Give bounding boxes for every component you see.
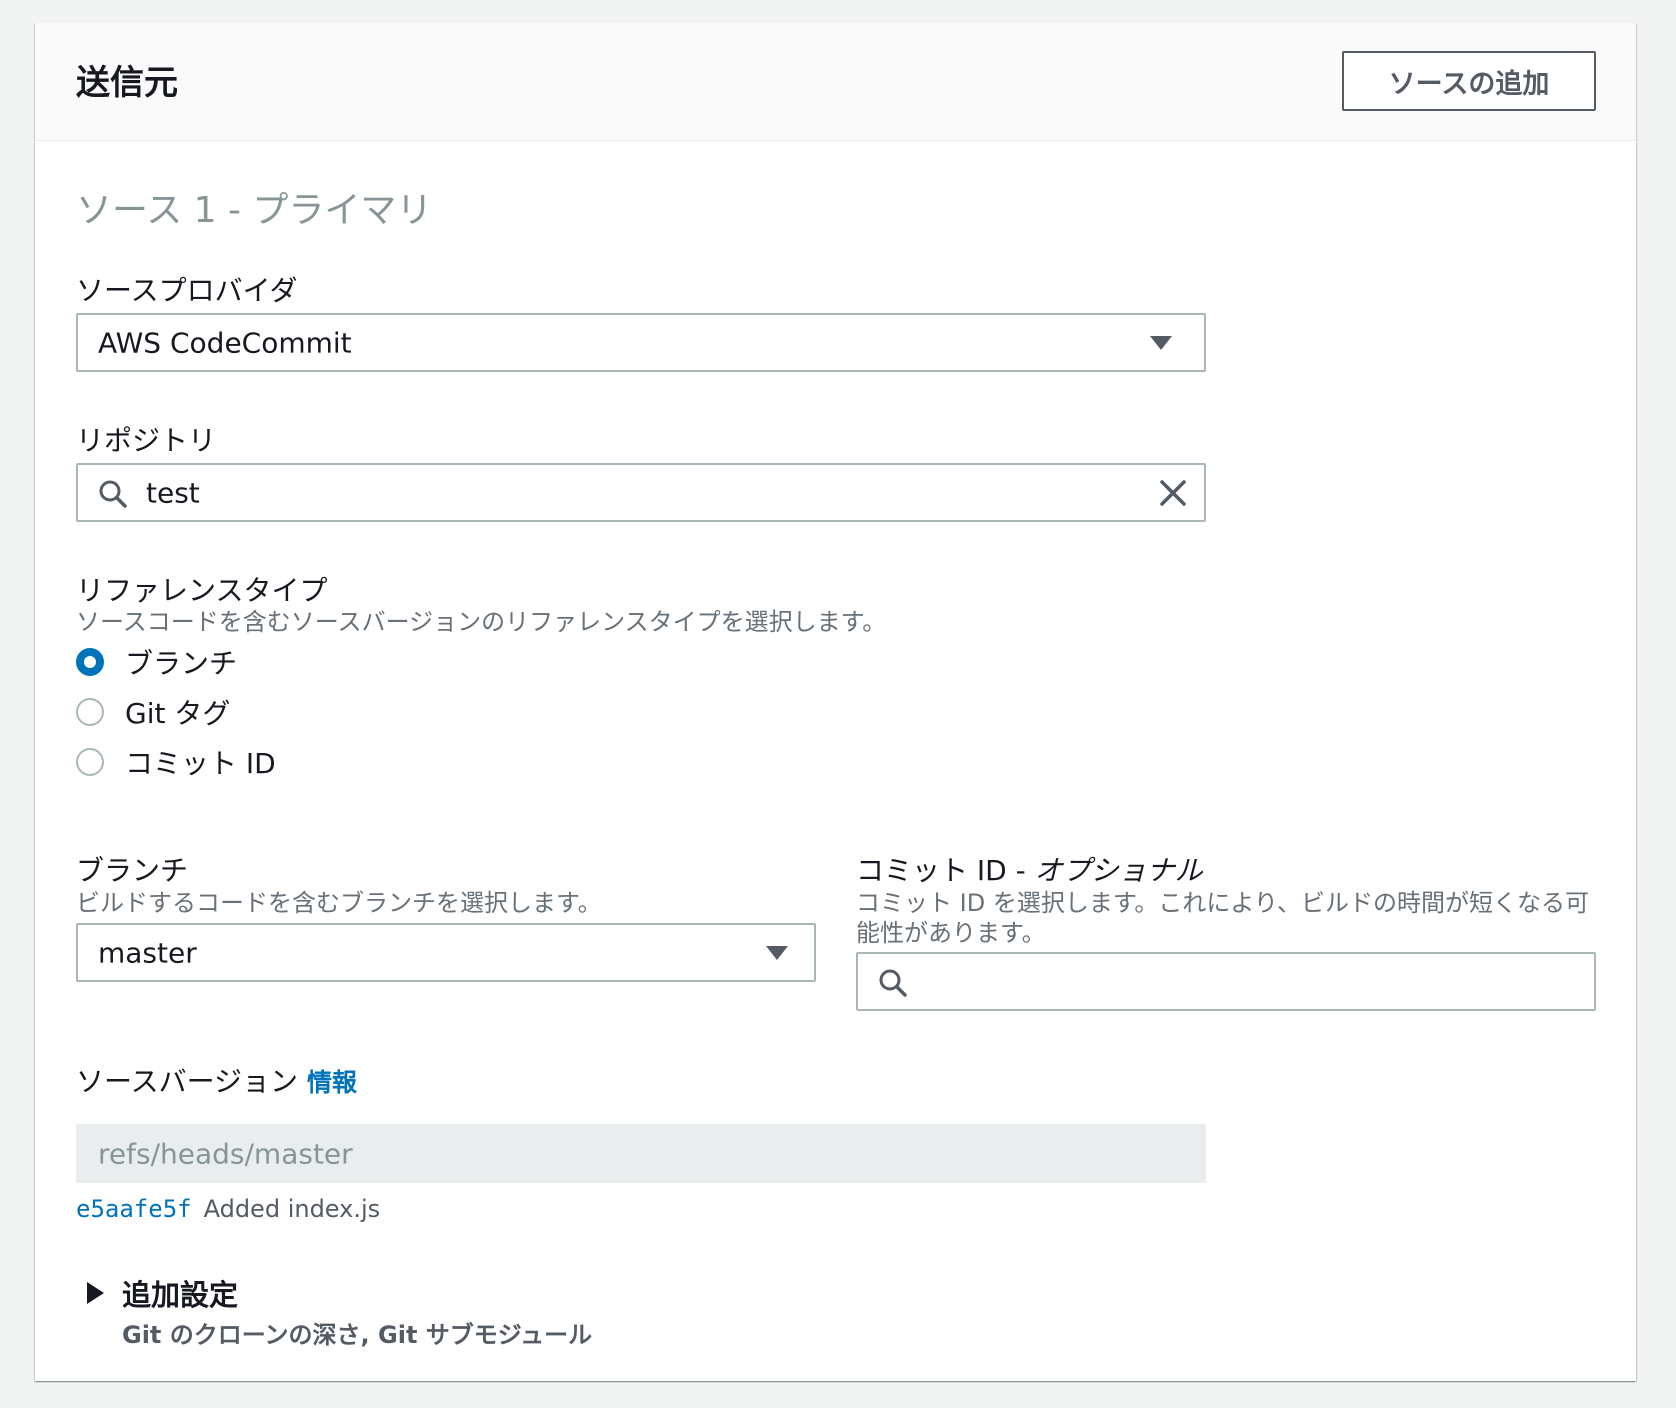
panel-title: 送信元 bbox=[76, 63, 178, 103]
add-source-button[interactable]: ソースの追加 bbox=[1342, 51, 1596, 111]
radio-git-tag-label: Git タグ bbox=[125, 697, 231, 730]
info-link[interactable]: 情報 bbox=[307, 1068, 357, 1097]
radio-branch-label: ブランチ bbox=[125, 647, 238, 680]
commit-id-label: コミット ID - オプショナル bbox=[856, 849, 1203, 889]
repository-value: test bbox=[146, 476, 200, 509]
radio-branch[interactable]: ブランチ bbox=[76, 642, 237, 682]
search-icon bbox=[98, 479, 128, 513]
source-provider-value: AWS CodeCommit bbox=[98, 326, 352, 359]
additional-settings-subtitle: Git のクローンの深さ, Git サブモジュール bbox=[122, 1321, 593, 1349]
radio-unchecked-icon[interactable] bbox=[76, 698, 104, 726]
commit-id-description: コミット ID を選択します。これにより、ビルドの時間が短くなる可能性があります… bbox=[856, 889, 1589, 947]
radio-commit-id[interactable]: コミット ID bbox=[76, 742, 276, 782]
panel-header: 送信元 ソースの追加 bbox=[35, 23, 1636, 141]
commit-id-label-main: コミット ID - bbox=[856, 854, 1035, 887]
commit-info: e5aafe5f Added index.js bbox=[76, 1195, 380, 1223]
source-provider-label: ソースプロバイダ bbox=[76, 274, 298, 307]
radio-unchecked-icon[interactable] bbox=[76, 748, 104, 776]
source-version-field: refs/heads/master bbox=[76, 1124, 1206, 1183]
branch-value: master bbox=[98, 936, 197, 969]
repository-label: リポジトリ bbox=[76, 424, 217, 457]
commit-hash-link[interactable]: e5aafe5f bbox=[76, 1195, 192, 1223]
source-version-value: refs/heads/master bbox=[98, 1137, 353, 1170]
clear-icon[interactable] bbox=[1159, 479, 1187, 511]
branch-label: ブランチ bbox=[76, 854, 189, 887]
reference-type-label: リファレンスタイプ bbox=[76, 574, 328, 607]
commit-id-search-input[interactable] bbox=[856, 952, 1596, 1011]
caret-down-icon bbox=[766, 945, 788, 960]
caret-right-icon bbox=[87, 1282, 104, 1304]
additional-settings-toggle[interactable]: 追加設定 bbox=[87, 1272, 238, 1314]
additional-settings-title: 追加設定 bbox=[122, 1278, 239, 1312]
search-icon bbox=[878, 968, 908, 1002]
branch-description: ビルドするコードを含むブランチを選択します。 bbox=[76, 889, 602, 917]
source-version-label: ソースバージョン 情報 bbox=[76, 1060, 357, 1100]
radio-git-tag[interactable]: Git タグ bbox=[76, 692, 230, 732]
repository-input[interactable]: test bbox=[76, 463, 1206, 522]
reference-type-description: ソースコードを含むソースバージョンのリファレンスタイプを選択します。 bbox=[76, 608, 887, 636]
branch-select[interactable]: master bbox=[76, 923, 816, 982]
caret-down-icon bbox=[1150, 335, 1172, 350]
commit-message: Added index.js bbox=[203, 1195, 381, 1223]
source-version-label-text: ソースバージョン bbox=[76, 1065, 299, 1098]
source-panel: 送信元 ソースの追加 ソース 1 - プライマリ ソースプロバイダ AWS Co… bbox=[35, 23, 1636, 1381]
source-provider-select[interactable]: AWS CodeCommit bbox=[76, 313, 1206, 372]
commit-id-label-optional: オプショナル bbox=[1034, 854, 1203, 887]
section-title: ソース 1 - プライマリ bbox=[76, 190, 433, 231]
radio-checked-icon[interactable] bbox=[76, 648, 104, 676]
radio-commit-id-label: コミット ID bbox=[125, 747, 276, 780]
